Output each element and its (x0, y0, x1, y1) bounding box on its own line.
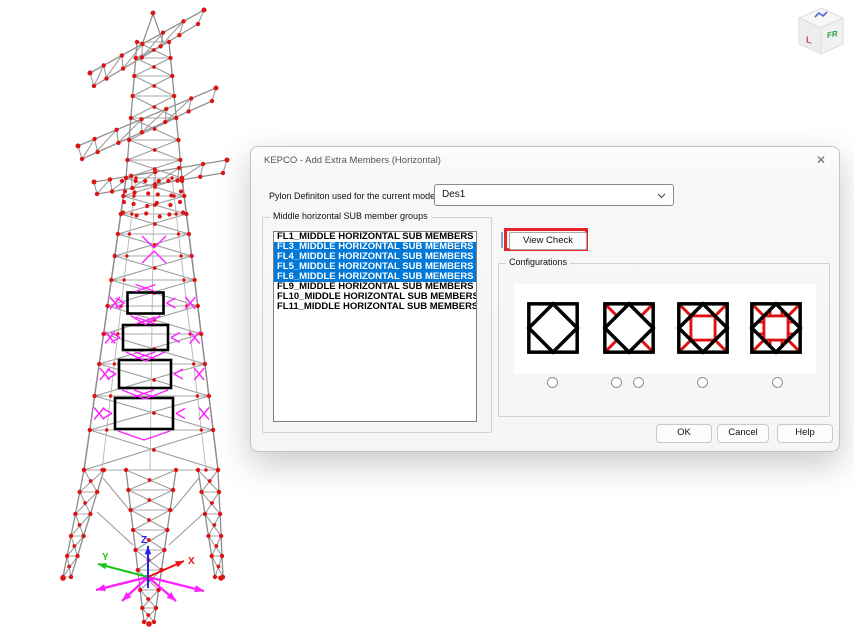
ok-button[interactable]: OK (656, 424, 712, 443)
config-diagram-2 (600, 299, 658, 357)
member-group-list[interactable]: FL1_MIDDLE HORIZONTAL SUB MEMBERSFL3_MID… (273, 231, 477, 422)
config-diagram-1 (524, 299, 582, 357)
configurations-groupbox: Configurations (498, 263, 830, 417)
config-diagram-4 (747, 299, 805, 357)
chevron-down-icon (657, 191, 666, 202)
focus-accent-bar (501, 232, 503, 248)
pylon-definition-select[interactable]: Des1 (434, 184, 674, 206)
svg-text:X: X (188, 556, 195, 567)
close-icon[interactable]: ✕ (813, 152, 829, 168)
radio-config-1[interactable] (547, 377, 558, 388)
configurations-label: Configurations (506, 257, 570, 267)
view-cube[interactable]: L FR (790, 2, 852, 60)
dialog-title: KEPCO - Add Extra Members (Horizontal) (264, 155, 441, 166)
svg-text:Y: Y (102, 552, 109, 563)
list-item[interactable]: FL11_MIDDLE HORIZONTAL SUB MEMBERS (274, 302, 476, 312)
cancel-button[interactable]: Cancel (717, 424, 769, 443)
highlighted-groups-and-axis-triad: Y X Z (94, 236, 209, 601)
application-canvas: Y X Z L FR KEPCO - Add Extra Members (Hori… (0, 0, 854, 641)
help-button[interactable]: Help (777, 424, 833, 443)
pylon-definition-label: Pylon Definiton used for the current mod… (269, 191, 437, 201)
configurations-preview-strip (514, 284, 816, 374)
radio-config-3[interactable] (697, 377, 708, 388)
lattice-members (63, 10, 227, 622)
view-check-button[interactable]: View Check (509, 232, 587, 250)
radio-config-2a[interactable] (611, 377, 622, 388)
radio-config-4[interactable] (772, 377, 783, 388)
dialog-add-extra-members: KEPCO - Add Extra Members (Horizontal) ✕… (250, 146, 840, 452)
member-groups-groupbox: Middle horizontal SUB member groups FL1_… (262, 217, 492, 433)
svg-text:L: L (806, 34, 812, 45)
dialog-titlebar[interactable]: KEPCO - Add Extra Members (Horizontal) ✕ (251, 147, 839, 173)
svg-text:Z: Z (141, 535, 147, 546)
member-groups-label: Middle horizontal SUB member groups (270, 211, 431, 221)
pylon-definition-value: Des1 (442, 189, 465, 200)
pylon-model-viewport[interactable]: Y X Z (0, 0, 245, 641)
radio-config-2b[interactable] (633, 377, 644, 388)
config-diagram-3 (674, 299, 732, 357)
